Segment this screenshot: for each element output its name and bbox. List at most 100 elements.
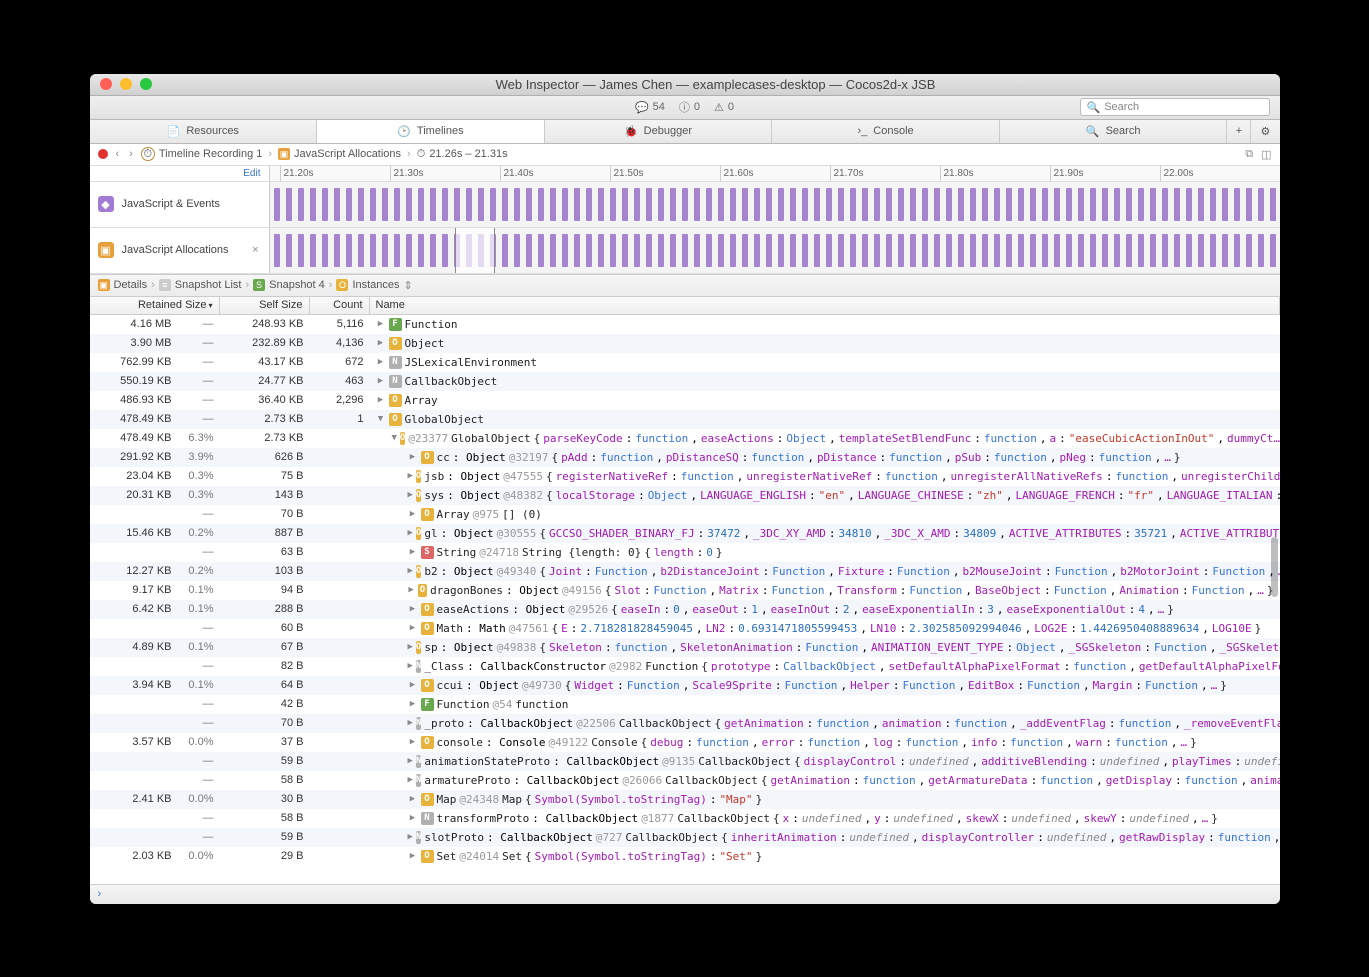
disclosure-triangle[interactable] bbox=[408, 718, 413, 728]
table-row[interactable]: 9.17 KB0.1%94 BO dragonBones: Object @49… bbox=[90, 581, 1280, 600]
crumb-instances[interactable]: Instances bbox=[352, 279, 399, 291]
table-row[interactable]: 3.57 KB0.0%37 BO console: Console @49122… bbox=[90, 733, 1280, 752]
table-row[interactable]: 550.19 KB—24.77 KB463N CallbackObject bbox=[90, 372, 1280, 391]
disclosure-triangle[interactable] bbox=[408, 851, 418, 861]
disclosure-triangle[interactable] bbox=[408, 756, 413, 766]
table-row[interactable]: 2.41 KB0.0%30 BO Map@24348 Map {Symbol(S… bbox=[90, 790, 1280, 809]
close-track-button[interactable]: × bbox=[252, 244, 258, 256]
minimize-window-button[interactable] bbox=[120, 78, 132, 90]
table-body[interactable]: 4.16 MB—248.93 KB5,116F Function3.90 MB—… bbox=[90, 315, 1280, 884]
table-row[interactable]: 20.31 KB0.3%143 BO sys: Object @48382 {l… bbox=[90, 486, 1280, 505]
scrollbar[interactable] bbox=[1271, 537, 1278, 597]
type-badge: O bbox=[389, 394, 402, 407]
table-row[interactable]: 478.49 KB6.3%2.73 KBO @23377 GlobalObjec… bbox=[90, 429, 1280, 448]
disclosure-triangle[interactable] bbox=[408, 585, 415, 595]
tab-resources[interactable]: 📄Resources bbox=[90, 120, 318, 143]
console-prompt[interactable]: › bbox=[90, 884, 1280, 904]
table-row[interactable]: 3.94 KB0.1%64 BO ccui: Object @49730 {Wi… bbox=[90, 676, 1280, 695]
table-row[interactable]: —82 BN _Class: CallbackConstructor @2982… bbox=[90, 657, 1280, 676]
crumb-timerange[interactable]: ⏱21.26s – 21.31s bbox=[417, 148, 508, 161]
disclosure-triangle[interactable] bbox=[408, 623, 418, 633]
crumb-snapshot-4[interactable]: Snapshot 4 bbox=[269, 279, 325, 291]
tab-timelines[interactable]: 🕑Timelines bbox=[317, 120, 545, 143]
disclosure-triangle[interactable] bbox=[408, 642, 413, 652]
table-row[interactable]: —42 BF Function@54 function bbox=[90, 695, 1280, 714]
col-self-size[interactable]: Self Size bbox=[220, 297, 310, 314]
disclosure-triangle[interactable] bbox=[376, 357, 386, 367]
disclosure-triangle[interactable] bbox=[376, 395, 386, 405]
crumb-details[interactable]: Details bbox=[114, 279, 148, 291]
disclosure-triangle[interactable] bbox=[408, 794, 418, 804]
type-badge: O bbox=[416, 489, 421, 502]
disclosure-triangle[interactable] bbox=[408, 775, 413, 785]
col-name[interactable]: Name bbox=[370, 297, 1280, 314]
crumb-allocations[interactable]: ▣JavaScript Allocations bbox=[278, 148, 401, 160]
disclosure-triangle[interactable] bbox=[392, 433, 397, 443]
disclosure-triangle[interactable] bbox=[408, 490, 413, 500]
crumb-snapshot-list[interactable]: Snapshot List bbox=[175, 279, 242, 291]
table-row[interactable]: 12.27 KB0.2%103 BO b2: Object @49340 {Jo… bbox=[90, 562, 1280, 581]
close-window-button[interactable] bbox=[100, 78, 112, 90]
sidebar-icon[interactable]: ◫ bbox=[1261, 148, 1271, 161]
table-row[interactable]: 15.46 KB0.2%887 BO gl: Object @30555 {GC… bbox=[90, 524, 1280, 543]
disclosure-triangle[interactable] bbox=[408, 509, 418, 519]
table-row[interactable]: —58 BN transformProto: CallbackObject @1… bbox=[90, 809, 1280, 828]
table-row[interactable]: —63 BS String@24718 String {length: 0} {… bbox=[90, 543, 1280, 562]
disclosure-triangle[interactable] bbox=[408, 471, 413, 481]
disclosure-triangle[interactable] bbox=[376, 414, 386, 424]
console-messages-badge[interactable]: 💬 54 bbox=[635, 101, 665, 114]
timeline-ruler[interactable]: 21.20s21.30s21.40s21.50s21.60s21.70s21.8… bbox=[270, 166, 1280, 181]
console-warn-badge[interactable]: ⚠ 0 bbox=[714, 101, 734, 114]
tab-search[interactable]: 🔍Search bbox=[1000, 120, 1228, 143]
edit-button[interactable]: Edit bbox=[90, 166, 270, 181]
tab-console[interactable]: ›_Console bbox=[772, 120, 1000, 143]
search-icon: 🔍 bbox=[1087, 101, 1101, 114]
disclosure-triangle[interactable] bbox=[408, 528, 413, 538]
disclosure-triangle[interactable] bbox=[408, 737, 418, 747]
disclosure-triangle[interactable] bbox=[408, 832, 413, 842]
layout-icon[interactable]: ⧉ bbox=[1245, 148, 1253, 161]
settings-button[interactable]: ⚙ bbox=[1251, 120, 1279, 143]
disclosure-triangle[interactable] bbox=[408, 813, 418, 823]
table-row[interactable]: 4.89 KB0.1%67 BO sp: Object @49838 {Skel… bbox=[90, 638, 1280, 657]
table-row[interactable]: —58 BN armatureProto: CallbackObject @26… bbox=[90, 771, 1280, 790]
disclosure-triangle[interactable] bbox=[376, 319, 386, 329]
disclosure-triangle[interactable] bbox=[408, 680, 418, 690]
forward-button[interactable]: › bbox=[127, 148, 135, 160]
table-row[interactable]: 6.42 KB0.1%288 BO easeActions: Object @2… bbox=[90, 600, 1280, 619]
disclosure-triangle[interactable] bbox=[376, 376, 386, 386]
table-row[interactable]: 478.49 KB—2.73 KB1O GlobalObject bbox=[90, 410, 1280, 429]
table-row[interactable]: 2.03 KB0.0%29 BO Set@24014 Set {Symbol(S… bbox=[90, 847, 1280, 866]
table-row[interactable]: —59 BN slotProto: CallbackObject @727 Ca… bbox=[90, 828, 1280, 847]
disclosure-triangle[interactable] bbox=[408, 661, 413, 671]
disclosure-triangle[interactable] bbox=[408, 547, 418, 557]
disclosure-triangle[interactable] bbox=[408, 699, 418, 709]
crumb-recording[interactable]: ⏱Timeline Recording 1 bbox=[141, 147, 263, 161]
table-row[interactable]: 291.92 KB3.9%626 BO cc: Object @32197 {p… bbox=[90, 448, 1280, 467]
type-badge: O bbox=[416, 527, 421, 540]
type-badge: O bbox=[421, 603, 434, 616]
table-row[interactable]: —70 BN _proto: CallbackObject @22506 Cal… bbox=[90, 714, 1280, 733]
table-row[interactable]: 486.93 KB—36.40 KB2,296O Array bbox=[90, 391, 1280, 410]
table-row[interactable]: —70 BO Array@975 [] (0) bbox=[90, 505, 1280, 524]
zoom-window-button[interactable] bbox=[140, 78, 152, 90]
col-retained-size[interactable]: Retained Size ▾ bbox=[90, 297, 220, 314]
disclosure-triangle[interactable] bbox=[408, 452, 418, 462]
table-row[interactable]: 4.16 MB—248.93 KB5,116F Function bbox=[90, 315, 1280, 334]
table-row[interactable]: 23.04 KB0.3%75 BO jsb: Object @47555 {re… bbox=[90, 467, 1280, 486]
back-button[interactable]: ‹ bbox=[114, 148, 122, 160]
table-row[interactable]: 3.90 MB—232.89 KB4,136O Object bbox=[90, 334, 1280, 353]
table-row[interactable]: —60 BO Math: Math @47561 {E: 2.718281828… bbox=[90, 619, 1280, 638]
disclosure-triangle[interactable] bbox=[408, 566, 413, 576]
col-count[interactable]: Count bbox=[310, 297, 370, 314]
tab-debugger[interactable]: 🐞Debugger bbox=[545, 120, 773, 143]
disclosure-triangle[interactable] bbox=[376, 338, 386, 348]
disclosure-triangle[interactable] bbox=[408, 604, 418, 614]
search-input[interactable]: 🔍 Search bbox=[1080, 98, 1270, 116]
table-row[interactable]: 762.99 KB—43.17 KB672N JSLexicalEnvironm… bbox=[90, 353, 1280, 372]
new-tab-button[interactable]: + bbox=[1227, 120, 1251, 143]
type-badge: N bbox=[416, 660, 421, 673]
console-info-badge[interactable]: ⓘ 0 bbox=[679, 99, 700, 115]
table-row[interactable]: —59 BN animationStateProto: CallbackObje… bbox=[90, 752, 1280, 771]
record-button[interactable] bbox=[98, 149, 108, 159]
